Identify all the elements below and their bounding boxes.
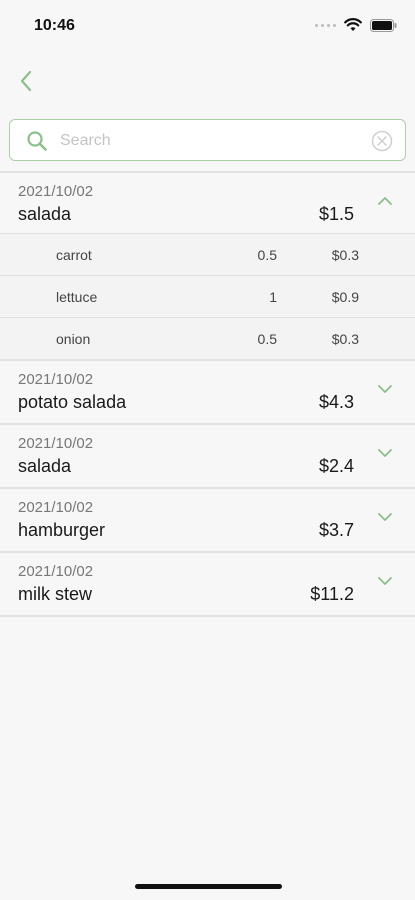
order-list: 2021/10/02 salada $1.5 carrot 0.5 $0.3 l…	[0, 171, 415, 617]
order-row[interactable]: 2021/10/02 potato salada $4.3	[0, 359, 415, 423]
status-icons	[315, 18, 397, 32]
order-price: $3.7	[318, 520, 354, 540]
order-price: $4.3	[318, 392, 354, 412]
order-name: milk stew	[18, 584, 93, 604]
order-row[interactable]: 2021/10/02 milk stew $11.2	[0, 551, 415, 615]
ingredient-quantity: 1	[269, 289, 277, 305]
order-name: salada	[18, 456, 72, 476]
order-price: $2.4	[318, 456, 354, 476]
order-date: 2021/10/02	[18, 563, 94, 580]
chevron-down-icon[interactable]	[377, 383, 393, 395]
order-price: $11.2	[310, 584, 354, 604]
order-price: $1.5	[318, 204, 354, 224]
order-row[interactable]: 2021/10/02 salada $2.4	[0, 423, 415, 487]
order-name: salada	[18, 204, 72, 224]
ingredient-quantity: 0.5	[257, 247, 277, 263]
clear-circle-icon[interactable]	[371, 130, 393, 152]
ingredient-name: onion	[56, 331, 91, 347]
ingredient-name: lettuce	[56, 289, 98, 305]
home-indicator	[135, 884, 282, 889]
search-icon	[27, 131, 47, 151]
ingredient-row: lettuce 1 $0.9	[0, 275, 415, 317]
ingredient-row: carrot 0.5 $0.3	[0, 233, 415, 275]
ingredient-name: carrot	[56, 247, 92, 263]
battery-icon	[370, 18, 397, 32]
search-bar[interactable]	[9, 119, 406, 161]
ingredient-price: $0.9	[331, 289, 359, 305]
ingredient-quantity: 0.5	[257, 331, 277, 347]
wifi-icon	[344, 18, 362, 31]
list-divider	[0, 615, 415, 617]
order-row[interactable]: 2021/10/02 hamburger $3.7	[0, 487, 415, 551]
navigation-bar	[0, 60, 415, 104]
order-name: potato salada	[18, 392, 127, 412]
chevron-down-icon[interactable]	[377, 575, 393, 587]
status-time: 10:46	[34, 17, 75, 34]
order-name: hamburger	[18, 520, 106, 540]
ingredient-row: onion 0.5 $0.3	[0, 317, 415, 359]
chevron-down-icon[interactable]	[377, 511, 393, 523]
status-bar: 10:46	[0, 0, 415, 50]
order-date: 2021/10/02	[18, 499, 94, 516]
search-input[interactable]	[60, 128, 360, 154]
chevron-left-icon	[20, 70, 32, 92]
cellular-signal-icon	[315, 23, 336, 27]
order-date: 2021/10/02	[18, 435, 94, 452]
order-date: 2021/10/02	[18, 371, 94, 388]
chevron-up-icon[interactable]	[377, 195, 393, 207]
back-button[interactable]	[12, 66, 40, 96]
ingredient-price: $0.3	[331, 331, 359, 347]
ingredient-price: $0.3	[331, 247, 359, 263]
chevron-down-icon[interactable]	[377, 447, 393, 459]
order-date: 2021/10/02	[18, 183, 94, 200]
order-row[interactable]: 2021/10/02 salada $1.5	[0, 171, 415, 233]
